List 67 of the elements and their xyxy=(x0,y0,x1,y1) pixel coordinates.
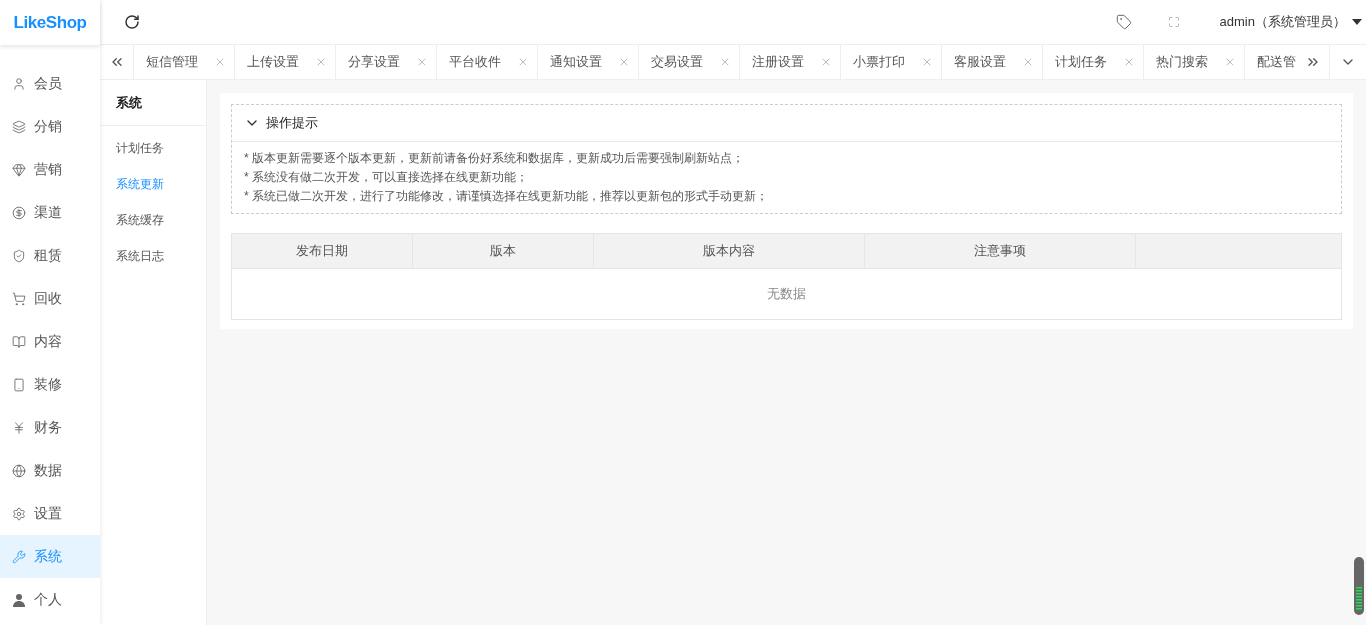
tab[interactable]: 小票打印 xyxy=(841,45,942,79)
tab[interactable]: 平台收件 xyxy=(437,45,538,79)
sidebar-item[interactable]: 财务 xyxy=(0,406,100,449)
sidebar-item[interactable]: 装修 xyxy=(0,363,100,406)
close-icon[interactable] xyxy=(921,56,933,68)
user-menu[interactable]: admin（系统管理员） xyxy=(1219,12,1362,32)
submenu-title: 系统 xyxy=(116,93,142,112)
column-header: 版本 xyxy=(413,234,594,268)
tip-text: * 系统已做二次开发，进行了功能修改，请谨慎选择在线更新功能，推荐以更新包的形式手动更新； xyxy=(244,188,769,205)
fullscreen-icon[interactable] xyxy=(1167,16,1180,28)
shield-icon xyxy=(12,248,26,263)
logo: LikeShop xyxy=(13,11,87,34)
tools-icon xyxy=(12,549,26,564)
diamond-icon xyxy=(12,162,26,177)
sidebar-item[interactable]: 营销 xyxy=(0,148,100,191)
close-icon[interactable] xyxy=(1123,56,1135,68)
refresh-icon[interactable] xyxy=(124,14,140,30)
empty-text: 无数据 xyxy=(767,285,806,304)
sidebar-item[interactable]: 渠道 xyxy=(0,191,100,234)
sidebar-item[interactable]: 个人 xyxy=(0,578,100,621)
sidebar-item[interactable]: 回收 xyxy=(0,277,100,320)
close-icon[interactable] xyxy=(719,56,731,68)
tag-icon[interactable] xyxy=(1115,14,1132,30)
sidebar-item[interactable]: 分销 xyxy=(0,105,100,148)
close-icon[interactable] xyxy=(1022,56,1034,68)
person-icon xyxy=(12,592,26,607)
yen-icon xyxy=(12,420,26,435)
column-header: 发布日期 xyxy=(232,234,413,268)
globe-icon xyxy=(12,463,26,478)
cart-icon xyxy=(12,291,26,306)
tab[interactable]: 通知设置 xyxy=(538,45,639,79)
dollar-icon xyxy=(12,205,26,220)
tip-text: * 版本更新需要逐个版本更新，更新前请备份好系统和数据库，更新成功后需要强制刷新站点； xyxy=(244,150,745,167)
column-header: 版本内容 xyxy=(594,234,865,268)
settings-icon xyxy=(12,506,26,521)
phone-icon xyxy=(12,377,26,392)
sidebar-item[interactable]: 会员 xyxy=(0,62,100,105)
tab[interactable]: 热门搜索 xyxy=(1144,45,1245,79)
user-icon xyxy=(12,76,26,91)
close-icon[interactable] xyxy=(214,56,226,68)
close-icon[interactable] xyxy=(517,56,529,68)
tab[interactable]: 上传设置 xyxy=(235,45,336,79)
sidebar-item[interactable]: 内容 xyxy=(0,320,100,363)
sidebar-item[interactable]: 数据 xyxy=(0,449,100,492)
submenu-item[interactable]: 系统日志 xyxy=(100,238,206,274)
tab[interactable]: 计划任务 xyxy=(1043,45,1144,79)
meter-icon xyxy=(1354,557,1364,615)
tab[interactable]: 交易设置 xyxy=(639,45,740,79)
tip-text: * 系统没有做二次开发，可以直接选择在线更新功能； xyxy=(244,169,529,186)
tab[interactable]: 分享设置 xyxy=(336,45,437,79)
book-icon xyxy=(12,334,26,349)
close-icon[interactable] xyxy=(820,56,832,68)
submenu-item[interactable]: 系统缓存 xyxy=(100,202,206,238)
sidebar-item[interactable]: 租赁 xyxy=(0,234,100,277)
caret-icon xyxy=(1352,19,1362,25)
close-icon[interactable] xyxy=(1224,56,1236,68)
close-icon[interactable] xyxy=(416,56,428,68)
close-icon[interactable] xyxy=(315,56,327,68)
column-header: 注意事项 xyxy=(865,234,1136,268)
tips-toggle[interactable]: 操作提示 xyxy=(232,105,1341,142)
submenu-item[interactable]: 计划任务 xyxy=(100,130,206,166)
tab[interactable]: 注册设置 xyxy=(740,45,841,79)
layers-icon xyxy=(12,119,26,134)
close-icon[interactable] xyxy=(618,56,630,68)
tab[interactable]: 客服设置 xyxy=(942,45,1043,79)
sidebar-item[interactable]: 设置 xyxy=(0,492,100,535)
tab[interactable]: 短信管理 xyxy=(134,45,235,79)
